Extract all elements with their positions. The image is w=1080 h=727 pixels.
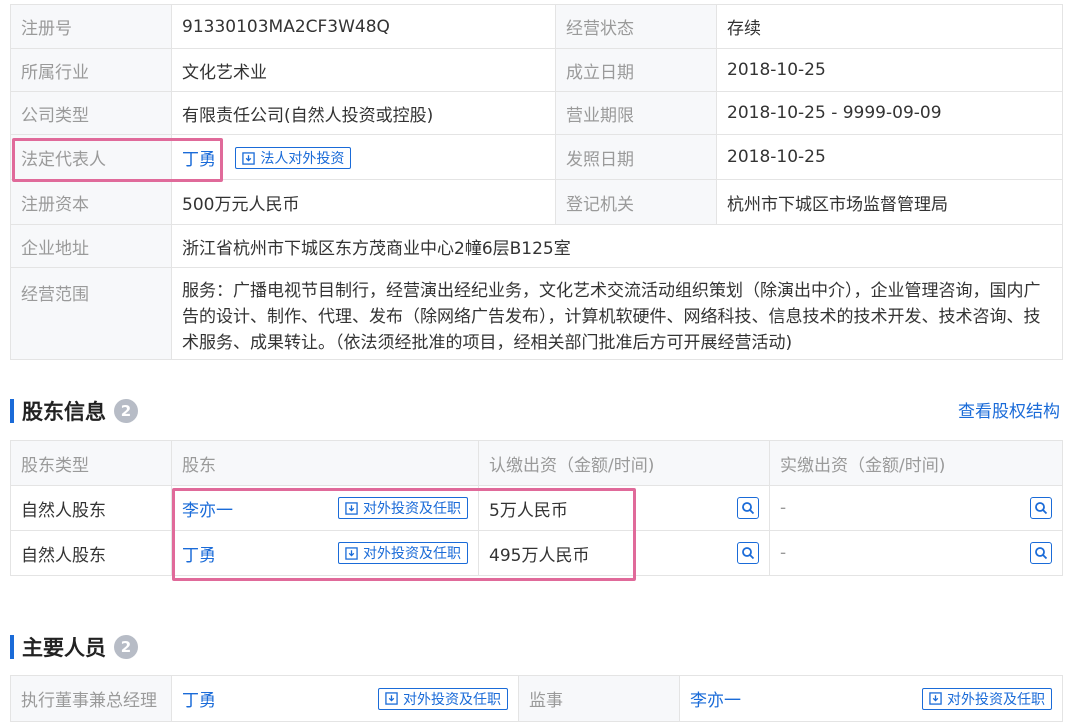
personnel-name-link[interactable]: 丁勇: [182, 686, 216, 711]
shareholder-invest-button[interactable]: 对外投资及任职: [338, 497, 468, 519]
personnel-table: 执行董事兼总经理 丁勇 对外投资及任职 监事 李亦一 对外投资及任职: [10, 675, 1063, 722]
company-type-value: 有限责任公司(自然人投资或控股): [171, 91, 556, 135]
issue-date-value: 2018-10-25: [716, 134, 1063, 180]
download-icon: [345, 501, 358, 515]
personnel-count-badge: 2: [114, 635, 138, 659]
reg-no-value: 91330103MA2CF3W48Q: [171, 4, 556, 49]
personnel-invest-label: 对外投资及任职: [403, 691, 501, 708]
personnel-role: 监事: [518, 675, 680, 722]
personnel-cell: 丁勇 对外投资及任职: [171, 675, 519, 722]
legal-rep-cell: 丁勇 法人对外投资: [171, 134, 556, 180]
issue-date-label: 发照日期: [555, 134, 717, 180]
address-label: 企业地址: [10, 224, 172, 268]
personnel-invest-button[interactable]: 对外投资及任职: [378, 687, 508, 710]
search-icon[interactable]: [737, 497, 759, 519]
industry-label: 所属行业: [10, 48, 172, 92]
status-label: 经营状态: [555, 4, 717, 49]
table-row: 自然人股东 李亦一 对外投资及任职 5万人民币 -: [10, 485, 1063, 531]
legal-rep-label: 法定代表人: [10, 134, 172, 180]
header-shareholder-type: 股东类型: [10, 440, 172, 486]
scope-value: 服务：广播电视节目制行，经营演出经纪业务，文化艺术交流活动组织策划（除演出中介）…: [171, 267, 1063, 360]
shareholder-invest-button[interactable]: 对外投资及任职: [338, 542, 468, 564]
shareholder-name-link[interactable]: 丁勇: [182, 541, 216, 566]
found-date-label: 成立日期: [555, 48, 717, 92]
paid-cell: -: [769, 485, 1063, 531]
paid-value: -: [780, 543, 787, 563]
shareholders-table: 股东类型 股东 认缴出资（金额/时间) 实缴出资（金额/时间) 自然人股东 李亦…: [10, 440, 1063, 576]
shareholder-invest-label: 对外投资及任职: [363, 546, 461, 562]
subscribed-cell: 5万人民币: [478, 485, 770, 531]
personnel-heading: 主要人员 2: [10, 632, 138, 662]
industry-value: 文化艺术业: [171, 48, 556, 92]
shareholder-type: 自然人股东: [10, 530, 172, 576]
download-icon: [242, 151, 256, 165]
found-date-value: 2018-10-25: [716, 48, 1063, 92]
term-label: 营业期限: [555, 91, 717, 135]
shareholders-title: 股东信息: [22, 400, 106, 424]
header-paid: 实缴出资（金额/时间): [769, 440, 1063, 486]
search-icon[interactable]: [1030, 497, 1052, 519]
table-row: 自然人股东 丁勇 对外投资及任职 495万人民币 -: [10, 530, 1063, 576]
personnel-name-link[interactable]: 李亦一: [690, 686, 741, 711]
scope-label: 经营范围: [10, 267, 172, 360]
subscribed-value: 495万人民币: [489, 545, 590, 566]
paid-cell: -: [769, 530, 1063, 576]
legal-rep-link[interactable]: 丁勇: [182, 150, 216, 170]
shareholder-type: 自然人股东: [10, 485, 172, 531]
address-value: 浙江省杭州市下城区东方茂商业中心2幢6层B125室: [171, 224, 1063, 268]
download-icon: [385, 692, 398, 705]
shareholders-count-badge: 2: [114, 399, 138, 423]
search-icon[interactable]: [737, 542, 759, 564]
legal-rep-invest-label: 法人对外投资: [260, 151, 345, 167]
capital-label: 注册资本: [10, 179, 172, 225]
term-value: 2018-10-25 - 9999-09-09: [716, 91, 1063, 135]
personnel-title: 主要人员: [22, 636, 106, 660]
personnel-invest-button[interactable]: 对外投资及任职: [922, 687, 1052, 710]
search-icon[interactable]: [1030, 542, 1052, 564]
authority-label: 登记机关: [555, 179, 717, 225]
download-icon: [929, 692, 942, 705]
download-icon: [345, 546, 358, 560]
shareholder-cell: 丁勇 对外投资及任职: [171, 530, 479, 576]
header-shareholder: 股东: [171, 440, 479, 486]
status-value: 存续: [716, 4, 1063, 49]
paid-value: -: [780, 498, 787, 518]
personnel-cell: 李亦一 对外投资及任职: [679, 675, 1063, 722]
personnel-invest-label: 对外投资及任职: [947, 691, 1045, 708]
section-accent-bar: [10, 399, 14, 423]
equity-structure-link[interactable]: 查看股权结构: [958, 397, 1060, 422]
subscribed-cell: 495万人民币: [478, 530, 770, 576]
header-subscribed: 认缴出资（金额/时间): [478, 440, 770, 486]
personnel-role: 执行董事兼总经理: [10, 675, 172, 722]
reg-no-label: 注册号: [10, 4, 172, 49]
basic-info-table: 注册号 91330103MA2CF3W48Q 经营状态 存续 所属行业 文化艺术…: [10, 4, 1063, 360]
company-type-label: 公司类型: [10, 91, 172, 135]
section-accent-bar: [10, 635, 14, 659]
shareholder-cell: 李亦一 对外投资及任职: [171, 485, 479, 531]
shareholders-heading: 股东信息 2: [10, 396, 138, 426]
shareholder-name-link[interactable]: 李亦一: [182, 496, 233, 521]
authority-value: 杭州市下城区市场监督管理局: [716, 179, 1063, 225]
subscribed-value: 5万人民币: [489, 500, 568, 521]
legal-rep-invest-button[interactable]: 法人对外投资: [235, 147, 352, 169]
shareholder-invest-label: 对外投资及任职: [363, 501, 461, 517]
capital-value: 500万元人民币: [171, 179, 556, 225]
